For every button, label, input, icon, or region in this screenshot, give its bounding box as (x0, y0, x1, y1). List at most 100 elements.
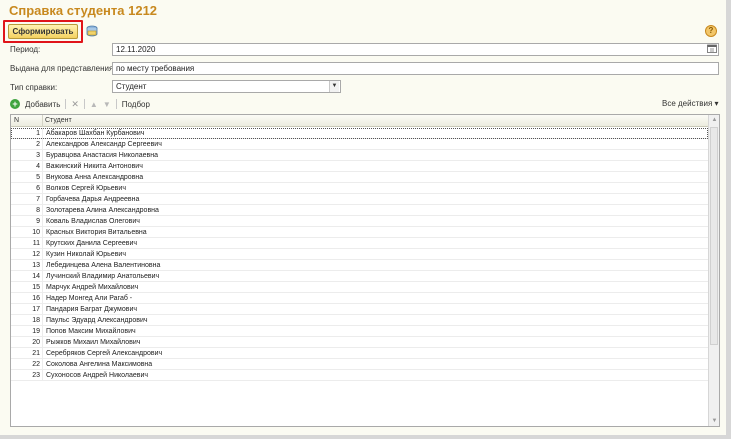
move-down-icon[interactable]: ▼ (103, 100, 111, 109)
all-actions-menu[interactable]: Все действия ▾ (662, 99, 719, 108)
document-window: Справка студента 1212 Сформировать ? Пер… (0, 0, 731, 439)
column-header-n[interactable]: N (14, 117, 19, 124)
table-row[interactable]: 21 Серебряков Сергей Александрович (11, 348, 708, 359)
student-name: Абакаров Шахбан Курбанович (46, 129, 145, 137)
toolbar-divider (83, 99, 85, 109)
plus-icon[interactable]: + (10, 99, 20, 109)
row-number: 6 (36, 184, 40, 192)
scroll-thumb[interactable] (710, 127, 718, 345)
column-divider (42, 128, 43, 139)
table-row[interactable]: 5 Внукова Анна Александровна (11, 172, 708, 183)
column-divider (42, 161, 43, 172)
delete-icon[interactable]: ✕ (71, 99, 79, 110)
student-name: Лебединцева Алена Валентиновна (46, 261, 161, 269)
table-row[interactable]: 6 Волков Сергей Юрьевич (11, 183, 708, 194)
row-number: 8 (36, 206, 40, 214)
student-name: Важинский Никита Антонович (46, 162, 143, 170)
form-button[interactable]: Сформировать (8, 24, 78, 39)
database-icon[interactable] (86, 25, 98, 37)
column-divider (42, 326, 43, 337)
move-up-icon[interactable]: ▲ (90, 100, 98, 109)
vertical-scrollbar[interactable]: ▲ ▼ (708, 115, 719, 426)
column-divider (42, 293, 43, 304)
table-row[interactable]: 11 Крутских Данила Сергеевич (11, 238, 708, 249)
student-name: Внукова Анна Александровна (46, 173, 144, 181)
column-divider (42, 183, 43, 194)
row-number: 9 (36, 217, 40, 225)
column-divider (42, 227, 43, 238)
column-divider (42, 359, 43, 370)
row-number: 16 (32, 294, 40, 302)
row-number: 18 (32, 316, 40, 324)
add-button[interactable]: Добавить (25, 100, 60, 109)
calendar-icon[interactable] (706, 44, 718, 55)
table-row[interactable]: 9 Коваль Владислав Олегович (11, 216, 708, 227)
students-table: N Студент 1 Абакаров Шахбан Курбанович 2 Ал… (10, 114, 720, 427)
table-row[interactable]: 3 Буравцова Анастасия Николаевна (11, 150, 708, 161)
student-name: Рыжков Михаил Михайлович (46, 338, 141, 346)
student-name: Александров Александр Сергеевич (46, 140, 162, 148)
row-number: 3 (36, 151, 40, 159)
table-row[interactable]: 13 Лебединцева Алена Валентиновна (11, 260, 708, 271)
student-name: Кузин Николай Юрьевич (46, 250, 126, 258)
type-label: Тип справки: (10, 83, 58, 92)
column-divider (42, 172, 43, 183)
table-row[interactable]: 1 Абакаров Шахбан Курбанович (11, 128, 708, 139)
student-name: Сухоносов Андрей Николаевич (46, 371, 149, 379)
column-divider (42, 337, 43, 348)
toolbar-divider (115, 99, 117, 109)
row-number: 15 (32, 283, 40, 291)
row-number: 7 (36, 195, 40, 203)
row-number: 11 (32, 239, 40, 247)
scroll-down-icon[interactable]: ▼ (709, 418, 719, 424)
table-row[interactable]: 2 Александров Александр Сергеевич (11, 139, 708, 150)
student-name: Буравцова Анастасия Николаевна (46, 151, 158, 159)
table-row[interactable]: 16 Надер Монгед Али Рагаб - (11, 293, 708, 304)
table-row[interactable]: 7 Горбачева Дарья Андреевна (11, 194, 708, 205)
column-divider (42, 205, 43, 216)
row-number: 13 (32, 261, 40, 269)
table-row[interactable]: 20 Рыжков Михаил Михайлович (11, 337, 708, 348)
column-divider (42, 348, 43, 359)
table-row[interactable]: 12 Кузин Николай Юрьевич (11, 249, 708, 260)
student-name: Крутских Данила Сергеевич (46, 239, 138, 247)
table-row[interactable]: 19 Попов Максим Михайлович (11, 326, 708, 337)
student-name: Марчук Андрей Михайлович (46, 283, 139, 291)
row-number: 12 (32, 250, 40, 258)
table-body: 1 Абакаров Шахбан Курбанович 2 Александров … (11, 128, 708, 381)
column-divider (42, 216, 43, 227)
issued-field[interactable]: по месту требования (112, 62, 719, 75)
student-name: Попов Максим Михайлович (46, 327, 136, 335)
table-row[interactable]: 23 Сухоносов Андрей Николаевич (11, 370, 708, 381)
question-circle-icon[interactable]: ? (705, 25, 717, 37)
table-row[interactable]: 8 Золотарева Алина Александровна (11, 205, 708, 216)
select-button[interactable]: Подбор (122, 100, 150, 109)
scroll-up-icon[interactable]: ▲ (709, 117, 719, 123)
table-row[interactable]: 10 Красных Виктория Витальевна (11, 227, 708, 238)
student-name: Надер Монгед Али Рагаб - (46, 294, 133, 302)
column-header-student[interactable]: Студент (45, 117, 72, 124)
column-divider (42, 260, 43, 271)
student-name: Пандария Баграт Джумович (46, 305, 138, 313)
table-row[interactable]: 17 Пандария Баграт Джумович (11, 304, 708, 315)
table-row[interactable]: 22 Соколова Ангелина Максимовна (11, 359, 708, 370)
issued-label: Выдана для представления: (10, 64, 116, 73)
table-row[interactable]: 18 Паульс Эдуард Александрович (11, 315, 708, 326)
column-divider (42, 238, 43, 249)
row-number: 23 (32, 371, 40, 379)
table-toolbar: + Добавить ✕ ▲ ▼ Подбор (10, 98, 150, 110)
type-select[interactable]: Студент (112, 80, 341, 93)
row-number: 1 (36, 129, 40, 137)
period-label: Период: (10, 45, 41, 54)
column-divider (42, 370, 43, 381)
table-row[interactable]: 15 Марчук Андрей Михайлович (11, 282, 708, 293)
student-name: Паульс Эдуард Александрович (46, 316, 148, 324)
row-number: 19 (32, 327, 40, 335)
table-row[interactable]: 14 Лучинский Владимир Анатольевич (11, 271, 708, 282)
period-field[interactable]: 12.11.2020 (112, 43, 719, 56)
table-row[interactable]: 4 Важинский Никита Антонович (11, 161, 708, 172)
toolbar-divider (65, 99, 67, 109)
column-divider (42, 139, 43, 150)
chevron-down-icon[interactable]: ▼ (329, 81, 339, 92)
row-number: 5 (36, 173, 40, 181)
